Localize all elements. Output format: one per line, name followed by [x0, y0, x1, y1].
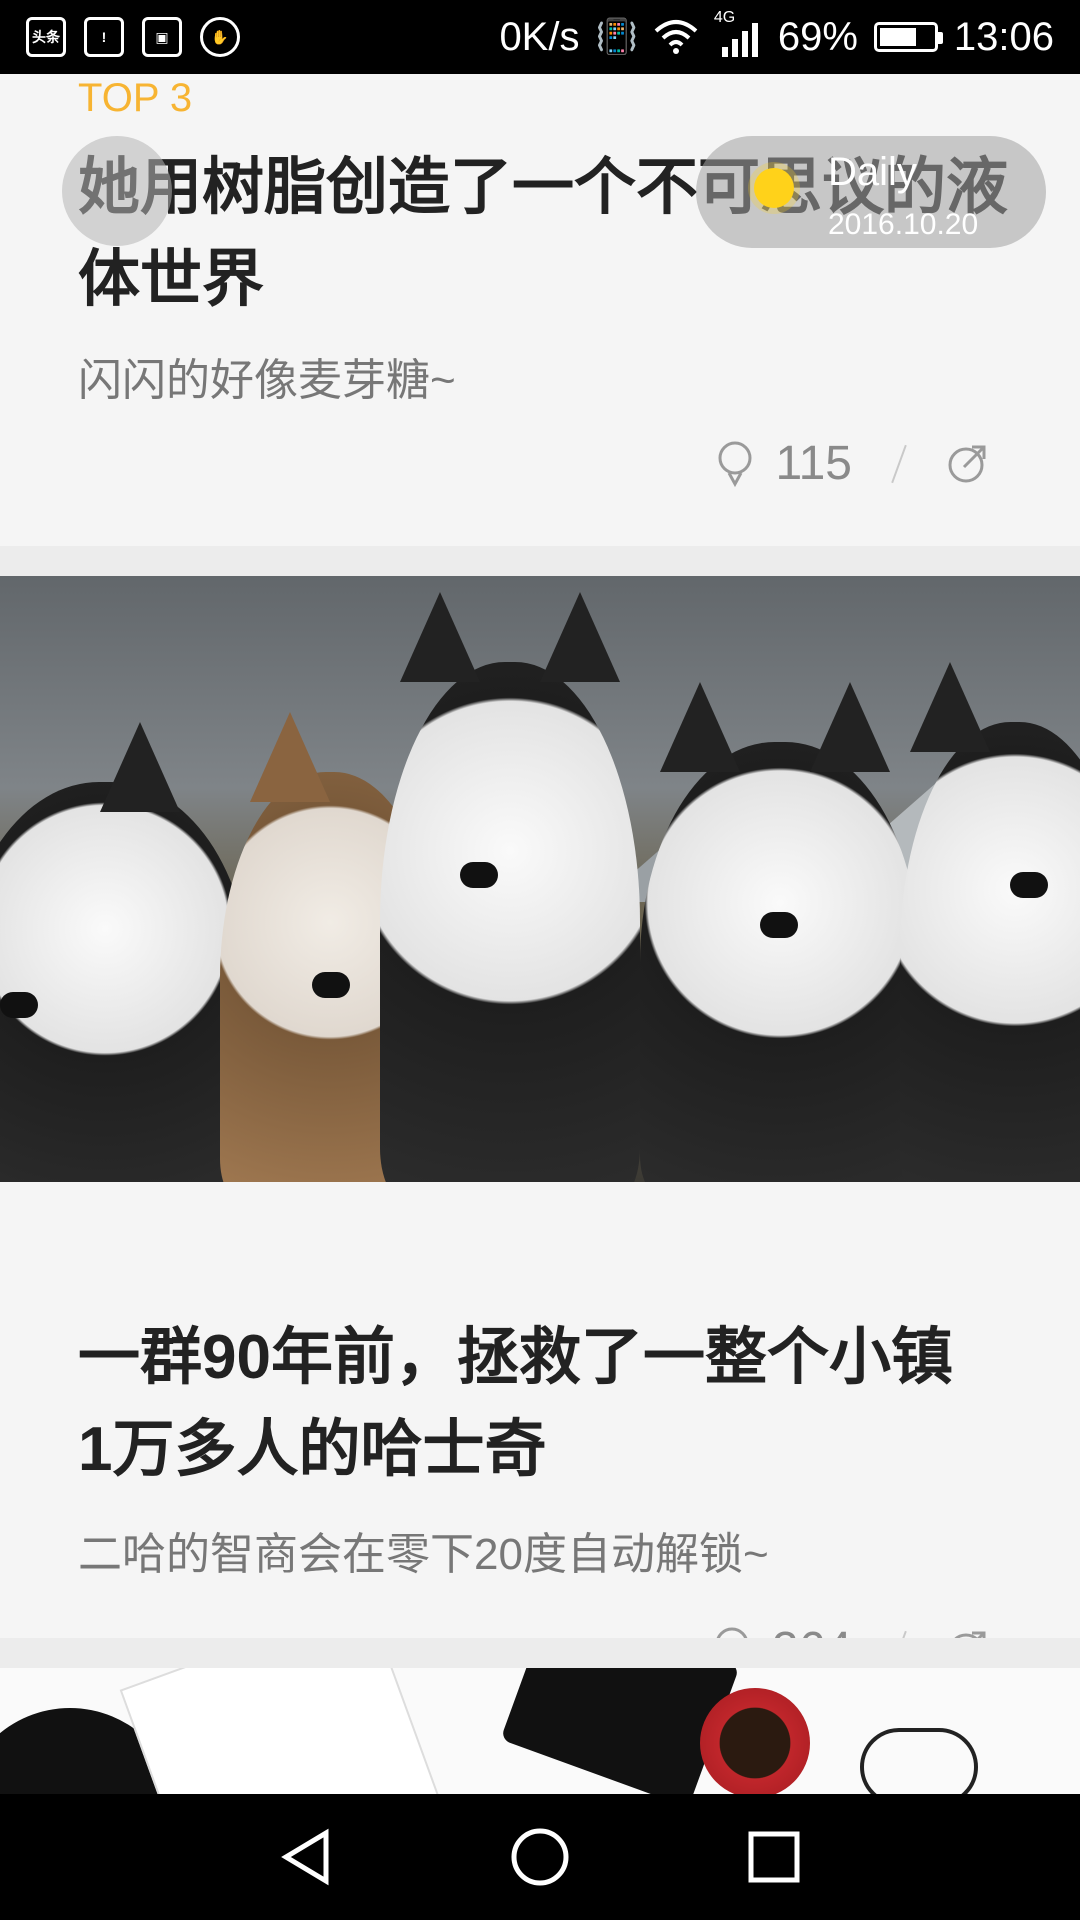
article-subtitle: 二哈的智商会在零下20度自动解锁~: [78, 1530, 769, 1579]
home-circle-icon[interactable]: [508, 1825, 572, 1889]
top-rank-tag: TOP 3: [78, 76, 193, 120]
recent-square-icon[interactable]: [742, 1825, 806, 1889]
article-title[interactable]: 一群90年前，拯救了一整个小镇1万多人的哈士奇: [78, 1312, 960, 1496]
back-triangle-icon[interactable]: [274, 1825, 338, 1889]
battery-warning-icon: !: [84, 17, 124, 57]
battery-icon: [873, 22, 943, 52]
network-type: 4G: [713, 9, 736, 26]
image-icon: ▣: [142, 17, 182, 57]
article-feed[interactable]: TOP 3 她用树脂创造了一个不可思议的液体世界 闪闪的好像麦芽糖~ 115 一…: [0, 74, 1080, 1794]
hand-icon: ✋: [200, 17, 240, 57]
article-image-desk[interactable]: [0, 1668, 1080, 1794]
article-subtitle: 闪闪的好像麦芽糖~: [78, 356, 456, 405]
card-divider: [0, 1638, 1080, 1668]
vibrate-icon: 📳: [595, 18, 638, 56]
card-divider: [0, 546, 1080, 576]
article-image-huskies[interactable]: [0, 576, 1080, 1182]
meta-separator: [891, 444, 907, 483]
net-speed: 0K/s: [499, 14, 580, 59]
share-icon[interactable]: [946, 443, 988, 485]
battery-percent: 69%: [777, 14, 858, 59]
signal-icon: 4G: [714, 9, 762, 57]
status-bar: 头条 ! ▣ ✋ 0K/s 📳 4G 69% 13:06: [0, 0, 1080, 74]
comment-bulb-icon[interactable]: [715, 440, 755, 488]
navigation-bar: [0, 1794, 1080, 1920]
back-button[interactable]: [62, 136, 172, 246]
wifi-icon: [654, 20, 698, 54]
sun-icon: [754, 168, 794, 208]
daily-label: Daily: [828, 150, 917, 194]
article-meta: 115: [715, 436, 988, 491]
daily-date: 2016.10.20: [828, 208, 979, 241]
daily-badge[interactable]: Daily 2016.10.20: [696, 136, 1046, 248]
article-card-2[interactable]: 一群90年前，拯救了一整个小镇1万多人的哈士奇 二哈的智商会在零下20度自动解锁…: [0, 1182, 1080, 1636]
clock: 13:06: [953, 14, 1054, 59]
toutiao-icon: 头条: [26, 17, 66, 57]
comment-count: 115: [775, 437, 852, 490]
